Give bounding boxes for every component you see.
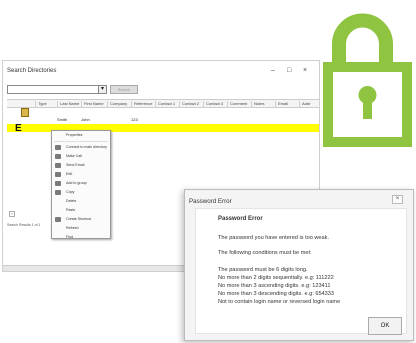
search-input[interactable] [7,85,99,94]
context-menu-item[interactable]: Send Email [52,161,110,170]
minimize-button[interactable]: – [271,67,275,74]
column-header[interactable]: Contact 1 [155,101,175,107]
context-menu-item[interactable]: Add to group [52,179,110,188]
copy-icon [55,190,61,195]
maximize-button[interactable]: □ [287,67,291,74]
dialog-close-button[interactable]: × [392,195,403,204]
dialog-message: The following conditions must be met: [218,250,312,256]
search-row: ▾ Search [7,85,319,95]
phone-icon [55,154,61,159]
window-titlebar: Search Directories – □ × [3,61,319,83]
column-header[interactable]: Notes [251,101,264,107]
status-text: Search Results 1 of 1 [7,223,41,227]
column-header[interactable]: Type [35,101,47,107]
group-icon [55,181,61,186]
directory-icon [55,145,61,150]
search-dropdown-button[interactable]: ▾ [98,85,107,94]
context-menu-item[interactable]: Paste [52,206,110,215]
dialog-message: No more than 2 digits sequentially. e.g:… [218,275,334,281]
column-header[interactable]: Contact 3 [203,101,223,107]
column-header[interactable]: Company [107,101,127,107]
dialog-message: The password you have entered is too wea… [218,235,330,241]
lock-icon [323,13,412,147]
dialog-body: Password Error The password you have ent… [195,208,407,334]
menu-separator [54,141,108,142]
scroll-left-button[interactable]: ‹ [9,211,15,217]
context-menu-item[interactable]: Find [52,233,110,242]
search-button[interactable]: Search [110,85,138,94]
row-type-marker: E [15,123,22,134]
column-header[interactable]: Contact 2 [179,101,199,107]
table-row[interactable]: Smith John 123 [7,108,319,124]
door-icon [21,108,29,117]
dialog-message: No more than 3 ascending digits. e.g: 12… [218,283,331,289]
dialog-message: Not to contain login name or reversed lo… [218,299,341,305]
grid-header-row: Type Last Name First Name Company Refere… [7,99,319,108]
column-header[interactable]: First Name [81,101,104,107]
context-menu-item[interactable]: Delete [52,197,110,206]
column-header[interactable]: Comment [227,101,247,107]
close-button[interactable]: × [303,67,307,74]
shortcut-icon [55,217,61,222]
cell-first-name: John [81,117,90,122]
dialog-heading: Password Error [218,216,263,222]
results-grid: Type Last Name First Name Company Refere… [7,99,319,134]
column-header[interactable]: Last Name [57,101,79,107]
context-menu-item[interactable]: Copy [52,188,110,197]
window-title: Search Directories [7,68,57,74]
context-menu-item[interactable]: Refresh [52,224,110,233]
context-menu-item[interactable]: Connect to main directory [52,143,110,152]
password-error-dialog: Password Error × Password Error The pass… [184,189,414,341]
column-header[interactable]: Email [275,101,288,107]
cell-last-name: Smith [57,117,68,122]
context-menu-item[interactable]: Properties [52,131,110,140]
ok-button[interactable]: OK [368,317,402,335]
dialog-message: No more than 3 descending digits. e.g: 6… [218,291,334,297]
dialog-message: The password must be 6 digits long. [218,267,308,273]
context-menu-item[interactable]: Edit [52,170,110,179]
cell-reference: 123 [131,117,138,122]
email-icon [55,163,61,168]
dialog-title: Password Error [189,198,232,205]
context-menu: Properties Connect to main directory Mak… [51,130,111,239]
column-header[interactable]: Reference [131,101,152,107]
context-menu-item[interactable]: Create Shortcut [52,215,110,224]
context-menu-item[interactable]: Make Call [52,152,110,161]
edit-icon [55,172,61,177]
